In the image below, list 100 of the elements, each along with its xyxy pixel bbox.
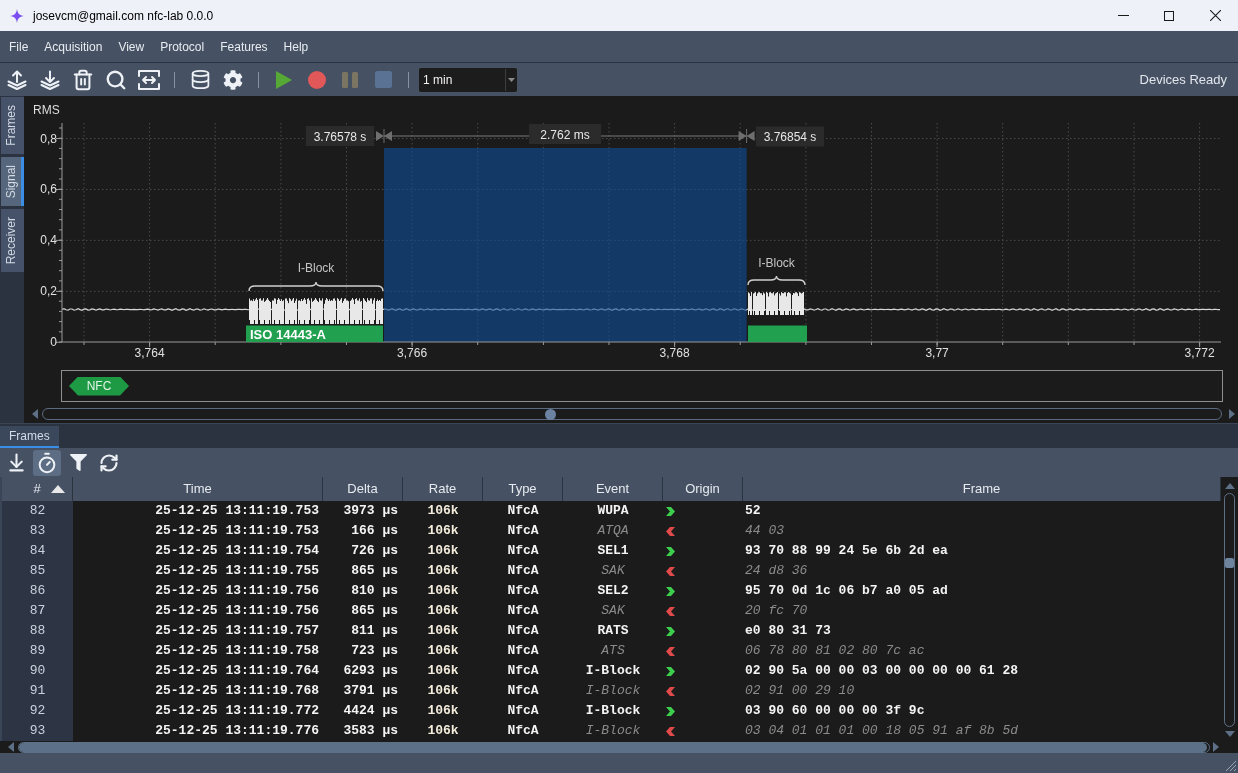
frame-label: I-Block xyxy=(758,256,795,270)
table-cell-text: 25-12-25 13:11:19.756 xyxy=(154,602,320,620)
table-cell-text: SEL1 xyxy=(596,542,630,560)
axis-tick-label: 0 xyxy=(50,335,57,350)
axis-tick-label: 0,6 xyxy=(40,182,57,197)
protocol-band xyxy=(748,325,807,342)
table-cell-text: NfcA xyxy=(506,602,540,620)
panel-tab[interactable]: Frames xyxy=(0,426,59,448)
sparkle-icon xyxy=(10,8,24,23)
row-number: 85 xyxy=(2,561,73,581)
curly-brace-icon xyxy=(248,281,384,292)
table-cell-text: 106k xyxy=(426,602,460,620)
scroll-left-arrow-icon xyxy=(32,409,38,419)
table-cell-text: 25-12-25 13:11:19.758 xyxy=(154,642,320,660)
row-number: 86 xyxy=(2,581,73,601)
horizontal-arrows-icon xyxy=(138,69,160,90)
axis-tick-label: 3,772 xyxy=(1184,346,1215,360)
table-cell-text: 106k xyxy=(426,502,460,520)
table-cell-text: 106k xyxy=(426,582,460,600)
side-tab[interactable]: Signal xyxy=(1,156,24,207)
table-cell-text: 25-12-25 13:11:19.768 xyxy=(154,682,320,700)
row-number: 87 xyxy=(2,601,73,621)
scroll-right-arrow-icon xyxy=(1229,409,1235,419)
menu-item[interactable]: File xyxy=(1,34,37,59)
table-cell-text: NfcA xyxy=(506,702,540,720)
table-cell-text: SAK xyxy=(600,562,626,580)
table-cell-text: I-Block xyxy=(584,662,642,680)
table-cell-text: 03 90 60 00 00 00 3f 9c xyxy=(744,702,926,720)
column-header[interactable]: Rate xyxy=(403,477,483,501)
row-number: 83 xyxy=(2,521,73,541)
maximize-icon xyxy=(1164,10,1174,21)
protocol-tag: NFC xyxy=(69,376,129,396)
table-cell-text: 106k xyxy=(426,642,460,660)
table-cell-text: 52 xyxy=(744,502,762,520)
menu-item[interactable]: Help xyxy=(275,34,317,59)
duration-select[interactable]: 1 min xyxy=(419,67,517,92)
axis-title: RMS xyxy=(33,103,60,117)
row-number: 92 xyxy=(2,701,73,721)
axis-tick-label: 0,2 xyxy=(40,284,57,299)
table-cell-text: NfcA xyxy=(506,542,540,560)
column-header[interactable]: Type xyxy=(483,477,563,501)
column-header[interactable]: Time xyxy=(73,477,323,501)
table-cell-text: 25-12-25 13:11:19.764 xyxy=(154,662,320,680)
table-cell-text: SEL2 xyxy=(596,582,630,600)
table-cell-text: NfcA xyxy=(506,522,540,540)
table-cell-text: 106k xyxy=(426,702,460,720)
stopwatch-button[interactable] xyxy=(33,449,61,476)
caret-down-icon xyxy=(508,77,515,82)
scroll-right-arrow-icon xyxy=(1213,742,1219,752)
resize-grip-icon xyxy=(1226,761,1236,771)
marker-arrows-icon xyxy=(738,128,755,144)
stopwatch-icon xyxy=(36,451,58,474)
search-icon xyxy=(105,68,127,91)
column-header[interactable]: Event xyxy=(563,477,663,501)
table-cell-text: 93 70 88 99 24 5e 6b 2d ea xyxy=(744,542,949,560)
table-cell-text: 06 78 80 81 02 80 7c ac xyxy=(744,642,926,660)
table-cell-text: ATS xyxy=(600,642,626,660)
column-header[interactable]: Delta xyxy=(323,477,403,501)
frame-label: I-Block xyxy=(297,261,335,275)
table-cell-text: 25-12-25 13:11:19.776 xyxy=(154,722,320,740)
scroll-left-arrow-icon xyxy=(8,742,14,752)
column-header[interactable]: Origin xyxy=(663,477,743,501)
table-cell-text: NfcA xyxy=(506,682,540,700)
menu-item[interactable]: View xyxy=(110,34,153,59)
menu-item[interactable]: Acquisition xyxy=(36,34,111,59)
scrollbar-handle[interactable] xyxy=(545,408,556,420)
filter-icon xyxy=(69,454,87,471)
table-cell-text: RATS xyxy=(596,622,630,640)
curly-brace-icon xyxy=(747,275,806,286)
table-cell-text: 106k xyxy=(426,682,460,700)
table-cell-text: 25-12-25 13:11:19.756 xyxy=(154,582,320,600)
sort-up-icon xyxy=(51,485,65,493)
axis-tick-label: 3,766 xyxy=(397,346,428,360)
table-cell-text: 25-12-25 13:11:19.753 xyxy=(154,522,320,540)
table-cell-text: I-Block xyxy=(584,682,642,700)
table-cell-text: 02 91 00 29 10 xyxy=(744,682,856,700)
axis-tick-label: 0,8 xyxy=(40,131,57,146)
side-tab[interactable]: Receiver xyxy=(1,209,24,273)
table-cell-text: I-Block xyxy=(584,702,642,720)
table-cell-text: 25-12-25 13:11:19.755 xyxy=(154,562,320,580)
menu-item[interactable]: Features xyxy=(212,34,276,59)
table-cell-text: ATQA xyxy=(596,522,630,540)
table-cell-text: 106k xyxy=(426,542,460,560)
row-number: 82 xyxy=(2,501,73,521)
table-cell-text: NfcA xyxy=(506,622,540,640)
table-cell-text: NfcA xyxy=(506,562,540,580)
scrollbar-handle[interactable] xyxy=(1225,558,1234,568)
row-number: 93 xyxy=(2,721,73,741)
axis-tick-label: 3,768 xyxy=(659,346,690,360)
status-text: Devices Ready xyxy=(1139,70,1228,89)
table-cell-text: I-Block xyxy=(584,722,642,740)
table-cell-text: NfcA xyxy=(506,722,540,740)
time-marker-label: 3.76578 s xyxy=(306,126,374,146)
side-tab[interactable]: Frames xyxy=(1,97,24,154)
table-cell-text: 726 µs xyxy=(350,542,399,560)
menu-item[interactable]: Protocol xyxy=(152,34,213,59)
scroll-down-arrow-icon xyxy=(1224,731,1235,737)
table-cell-text: 106k xyxy=(426,522,460,540)
table-cell-text: 865 µs xyxy=(350,602,399,620)
table-cell-text: 106k xyxy=(426,662,460,680)
